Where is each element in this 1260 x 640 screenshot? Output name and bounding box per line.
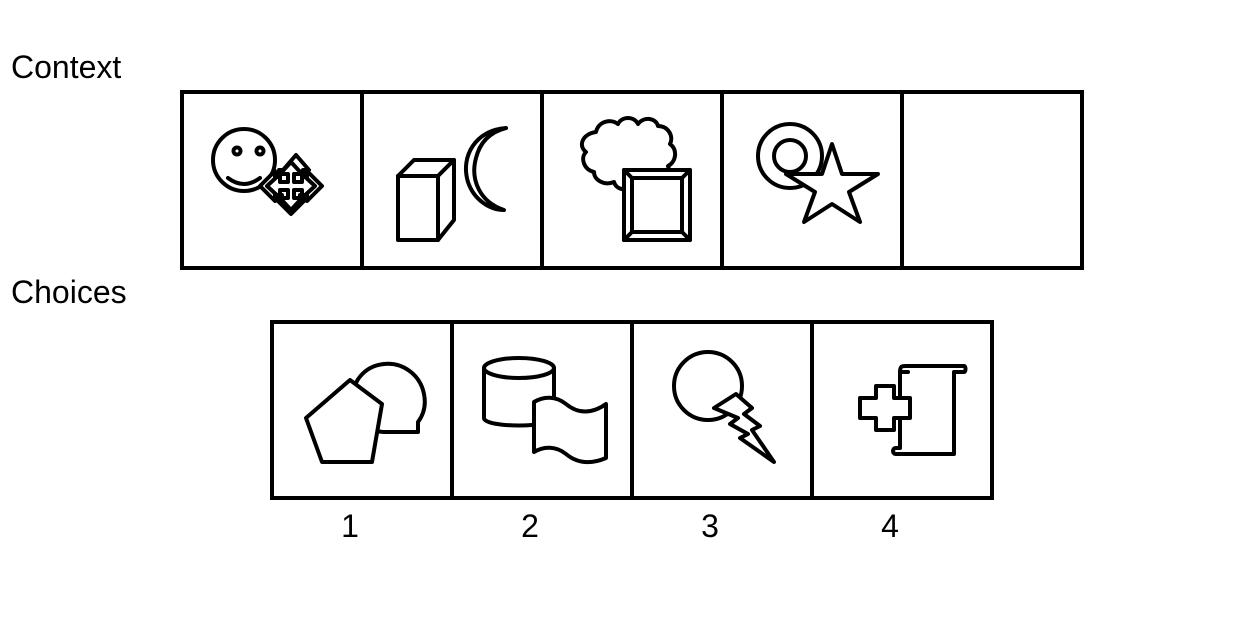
context-panel-2-figure — [396, 126, 508, 242]
choice-number-2: 2 — [521, 508, 539, 544]
context-panel-3 — [540, 94, 720, 266]
choice-number-3: 3 — [701, 508, 719, 544]
crescent-moon-icon — [464, 126, 508, 212]
choice-3-figure — [672, 350, 776, 464]
lightning-bolt-icon — [712, 392, 776, 464]
beveled-square-icon — [622, 168, 692, 242]
context-panel-3-figure — [579, 116, 692, 242]
cube-icon — [396, 158, 456, 242]
context-panel-2 — [360, 94, 540, 266]
context-label: Context — [11, 49, 122, 85]
choice-2-figure — [482, 356, 608, 465]
choice-option-4[interactable] — [810, 324, 990, 496]
context-panel-answer-slot — [900, 94, 1080, 266]
choices-label: Choices — [11, 274, 127, 310]
choice-number-1: 1 — [341, 508, 359, 544]
choice-4-figure — [858, 364, 968, 456]
choices-strip — [270, 320, 994, 500]
choice-option-1[interactable] — [274, 324, 450, 496]
choice-option-3[interactable] — [630, 324, 810, 496]
choice-1-figure — [304, 361, 427, 464]
context-panel-1 — [184, 94, 360, 266]
wavy-flag-icon — [532, 395, 608, 465]
choice-option-2[interactable] — [450, 324, 630, 496]
context-panel-4-figure — [756, 122, 880, 224]
choice-number-4: 4 — [881, 508, 899, 544]
context-strip — [180, 90, 1084, 270]
context-panel-1-figure — [211, 127, 324, 216]
context-panel-4 — [720, 94, 900, 266]
